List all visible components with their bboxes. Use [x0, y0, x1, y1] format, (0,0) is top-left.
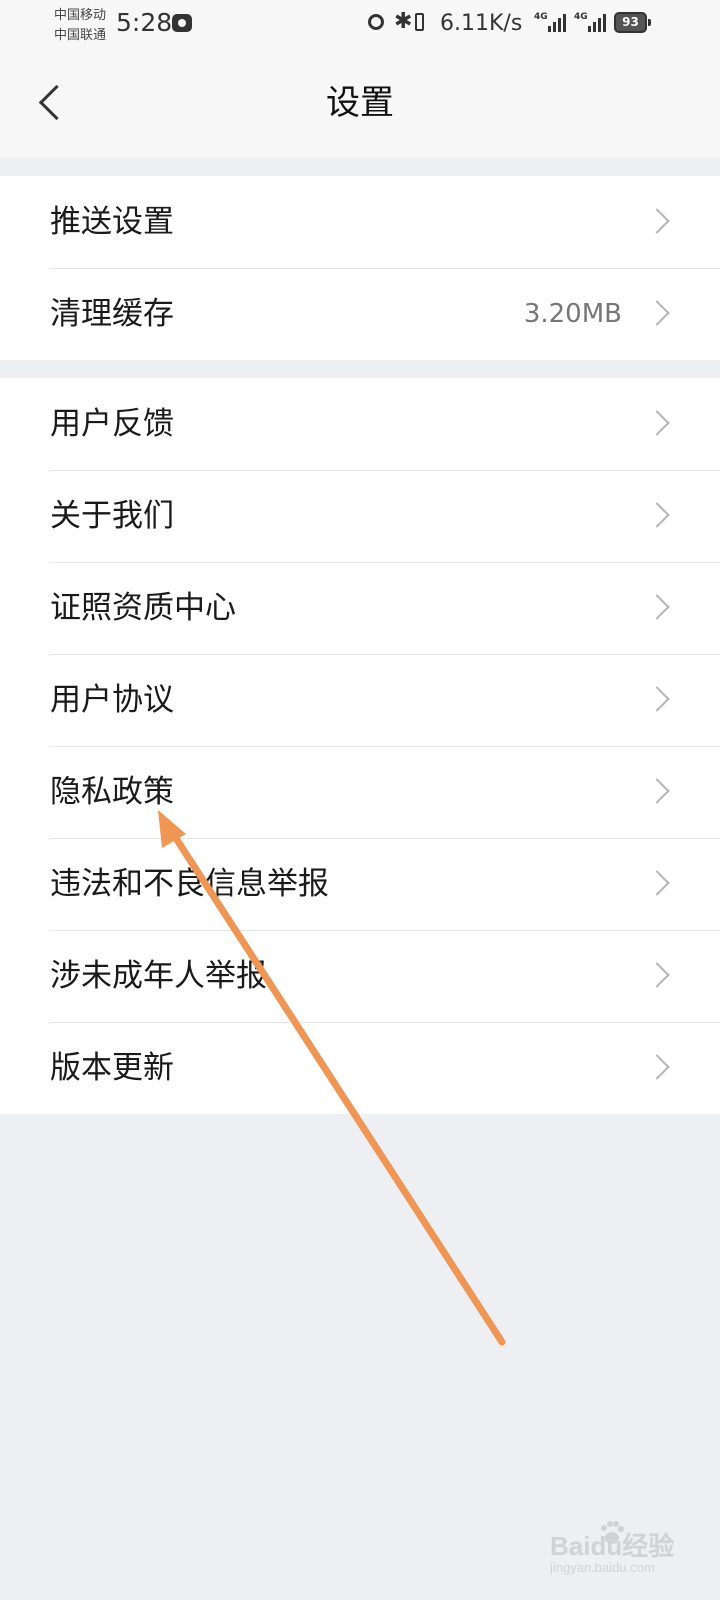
camera-notification-icon [172, 14, 192, 32]
vibrate-icon [415, 13, 424, 31]
settings-item-label: 清理缓存 [50, 296, 174, 332]
chevron-right-icon [644, 300, 670, 326]
signal-2-type: 4G [574, 12, 588, 22]
chevron-right-icon [644, 686, 670, 712]
watermark-brand: Baidu经验 [550, 1531, 675, 1561]
settings-item-label: 用户反馈 [50, 406, 174, 442]
settings-item-privacy-policy[interactable]: 隐私政策 [0, 746, 720, 838]
carrier-1: 中国移动 [54, 8, 107, 23]
network-speed: 6.11K/s [440, 11, 523, 36]
chevron-right-icon [644, 594, 670, 620]
bluetooth-icon: ✱ [394, 9, 413, 34]
battery-icon: 93 [614, 12, 651, 33]
chevron-right-icon [644, 778, 670, 804]
settings-item-label: 推送设置 [50, 204, 174, 240]
carrier-2: 中国联通 [54, 28, 107, 43]
watermark-url: jingyan.baidu.com [550, 1560, 655, 1575]
settings-item-feedback[interactable]: 用户反馈 [0, 378, 720, 470]
settings-item-label: 违法和不良信息举报 [50, 866, 329, 902]
settings-item-label: 证照资质中心 [50, 590, 236, 626]
signal-2-icon: 4G [574, 12, 606, 32]
signal-1-icon: 4G [534, 12, 566, 32]
settings-item-report-illegal[interactable]: 违法和不良信息举报 [0, 838, 720, 930]
page-title: 设置 [326, 83, 394, 123]
settings-item-version-update[interactable]: 版本更新 [0, 1022, 720, 1114]
chevron-right-icon [644, 1054, 670, 1080]
chevron-right-icon [644, 870, 670, 896]
settings-item-push[interactable]: 推送设置 [0, 176, 720, 268]
settings-item-report-minor[interactable]: 涉未成年人举报 [0, 930, 720, 1022]
settings-item-license-center[interactable]: 证照资质中心 [0, 562, 720, 654]
settings-item-label: 版本更新 [50, 1050, 174, 1086]
settings-group-2: 用户反馈 关于我们 证照资质中心 用户协议 隐私政策 违法和不良信息举报 涉未成… [0, 378, 720, 1114]
chevron-right-icon [644, 208, 670, 234]
signal-1-type: 4G [534, 12, 548, 22]
chevron-right-icon [644, 410, 670, 436]
chevron-right-icon [644, 502, 670, 528]
settings-item-label: 涉未成年人举报 [50, 958, 267, 994]
settings-item-clear-cache[interactable]: 清理缓存 3.20MB [0, 268, 720, 360]
settings-item-label: 用户协议 [50, 682, 174, 718]
alarm-icon [368, 14, 384, 30]
cache-size-value: 3.20MB [523, 299, 622, 329]
settings-group-1: 推送设置 清理缓存 3.20MB [0, 176, 720, 360]
settings-item-about-us[interactable]: 关于我们 [0, 470, 720, 562]
settings-item-label: 隐私政策 [50, 774, 174, 810]
settings-item-label: 关于我们 [50, 498, 174, 534]
baidu-jingyan-watermark: Baidu经验 jingyan.baidu.com [550, 1520, 710, 1580]
chevron-right-icon [644, 962, 670, 988]
settings-item-user-agreement[interactable]: 用户协议 [0, 654, 720, 746]
carrier-names: 中国移动 中国联通 [54, 6, 106, 46]
status-time: 5:28 [116, 8, 173, 37]
nav-bar: 设置 [0, 52, 720, 158]
status-bar: 中国移动 中国联通 5:28 ✱ 6.11K/s 4G 4G 93 [0, 0, 720, 52]
